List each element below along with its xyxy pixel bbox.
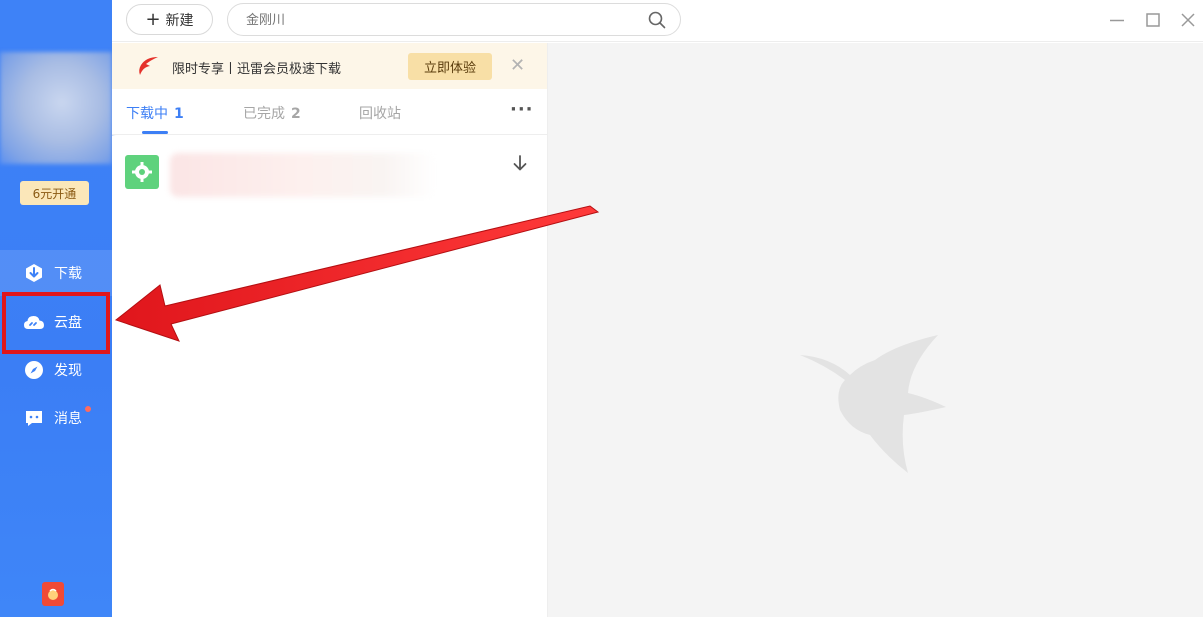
top-bar: + 新建 — [112, 0, 1203, 42]
highlight-box — [2, 292, 110, 354]
task-name-blurred — [170, 153, 436, 197]
plus-icon: + — [145, 8, 161, 30]
task-list — [112, 136, 548, 617]
banner-close-icon[interactable]: ✕ — [510, 55, 525, 76]
maximize-icon[interactable] — [1143, 10, 1163, 30]
tab-label: 已完成 — [243, 106, 285, 122]
new-task-label: 新建 — [165, 12, 194, 29]
close-icon[interactable] — [1178, 10, 1198, 30]
vip-badge-label: 6元开通 — [32, 186, 77, 201]
download-tabs: 下载中 1 已完成 2 回收站 ··· — [112, 89, 548, 135]
sidebar-item-download[interactable]: 下载 — [0, 250, 112, 296]
tab-label: 回收站 — [359, 106, 401, 122]
thunder-logo-icon — [136, 55, 160, 81]
search-icon[interactable] — [648, 11, 666, 33]
vip-badge-button[interactable]: 6元开通 — [20, 181, 89, 205]
sidebar-item-message[interactable]: 消息 — [0, 395, 112, 441]
sidebar-item-label: 下载 — [54, 266, 82, 282]
settings-file-icon — [125, 155, 159, 189]
active-tab-indicator — [142, 131, 168, 134]
search-input[interactable] — [246, 10, 636, 30]
try-now-button[interactable]: 立即体验 — [408, 53, 492, 80]
hummingbird-watermark-icon — [800, 335, 950, 479]
promo-banner: 限时专享丨迅雷会员极速下载 立即体验 ✕ — [112, 43, 548, 89]
new-task-button[interactable]: + 新建 — [126, 4, 213, 35]
sidebar-item-label: 消息 — [54, 411, 82, 427]
compass-icon — [23, 359, 45, 381]
tab-count: 2 — [291, 106, 301, 122]
tab-label: 下载中 — [126, 106, 168, 122]
sidebar-item-label: 发现 — [54, 363, 82, 379]
tab-count: 1 — [174, 106, 184, 122]
message-icon — [23, 407, 45, 429]
more-options-icon[interactable]: ··· — [510, 99, 534, 120]
tab-completed[interactable]: 已完成 2 — [243, 103, 301, 123]
search-box[interactable] — [227, 3, 681, 36]
red-packet-icon[interactable] — [42, 582, 64, 606]
unread-dot — [85, 406, 91, 412]
tab-downloading[interactable]: 下载中 1 — [126, 103, 184, 123]
tab-trash[interactable]: 回收站 — [359, 103, 401, 123]
download-shield-icon — [23, 262, 45, 284]
arrow-down-icon[interactable] — [512, 154, 528, 176]
list-item[interactable] — [112, 150, 548, 200]
thunder-app-window: 6元开通 下载 云盘 发现 消息 + 新建 金刚川 限时专享丨迅雷会员极速下载 … — [0, 0, 1203, 617]
promo-text: 限时专享丨迅雷会员极速下载 — [172, 62, 342, 77]
minimize-icon[interactable] — [1107, 10, 1127, 30]
detail-pane — [548, 43, 1203, 617]
avatar[interactable] — [0, 52, 112, 164]
try-now-label: 立即体验 — [423, 61, 476, 76]
